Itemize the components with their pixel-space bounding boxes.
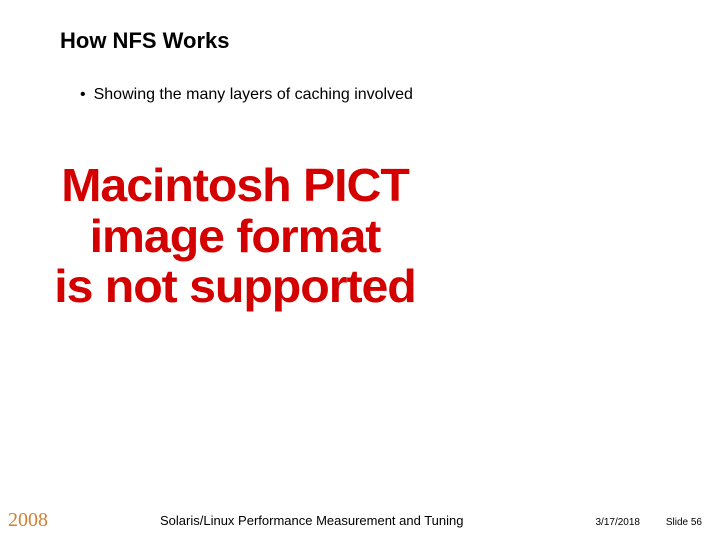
footer-slide-number: Slide 56: [666, 517, 702, 528]
footer-year: 2008: [8, 509, 48, 532]
error-line-1: Macintosh PICT: [9, 160, 461, 211]
footer-date: 3/17/2018: [596, 517, 641, 528]
error-line-3: is not supported: [9, 261, 461, 312]
slide-title: How NFS Works: [60, 28, 230, 54]
bullet-icon: •: [80, 86, 86, 104]
footer-title: Solaris/Linux Performance Measurement an…: [160, 513, 464, 528]
bullet-text: Showing the many layers of caching invol…: [94, 86, 413, 104]
pict-error-message: Macintosh PICT image format is not suppo…: [20, 160, 450, 312]
bullet-item: • Showing the many layers of caching inv…: [80, 86, 413, 104]
error-line-2: image format: [9, 211, 461, 262]
